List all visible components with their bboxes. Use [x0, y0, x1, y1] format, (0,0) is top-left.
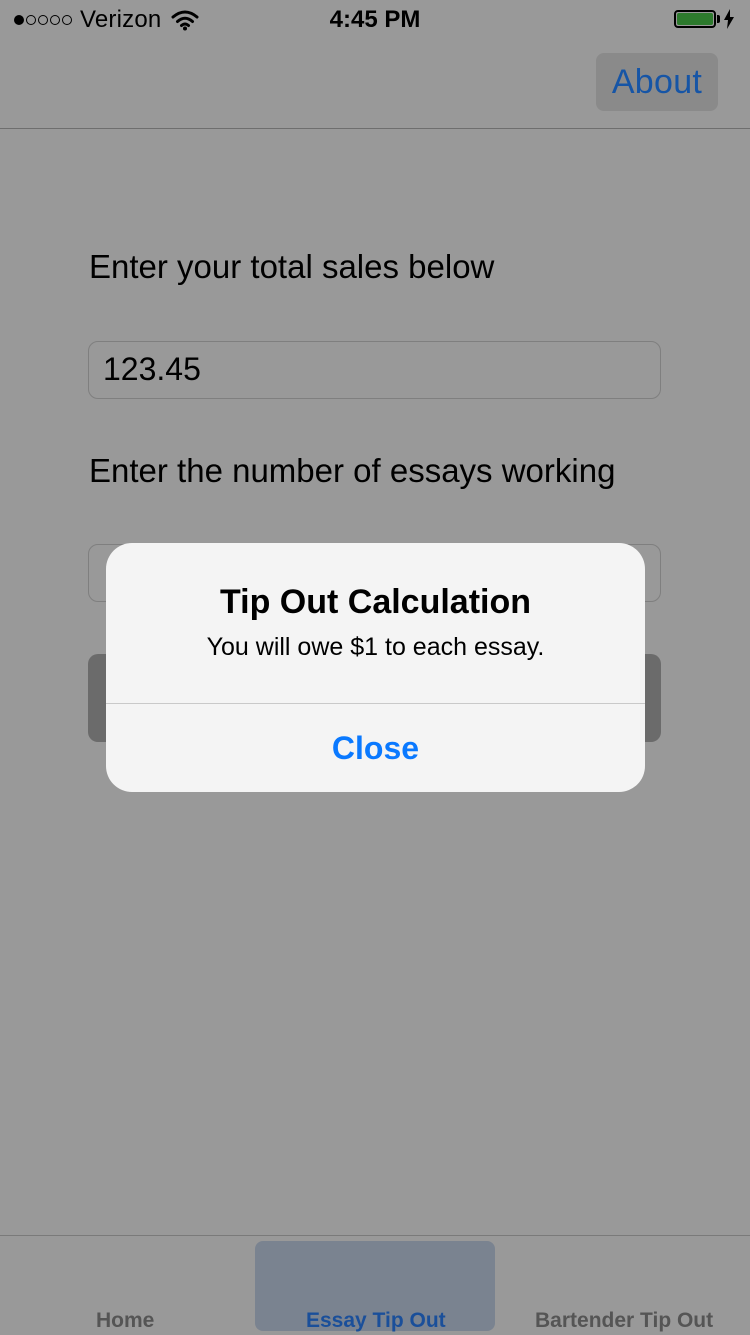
close-button[interactable]: Close: [106, 704, 645, 792]
battery-body: [674, 10, 716, 28]
navigation-bar: About: [0, 40, 750, 129]
screen: Verizon 4:45 PM About Enter your total s…: [0, 0, 750, 1335]
total-sales-value: 123.45: [103, 351, 201, 387]
sales-label: Enter your total sales below: [89, 248, 495, 285]
alert-title: Tip Out Calculation: [219, 583, 532, 621]
battery-icon: [674, 9, 734, 29]
alert-message: You will owe $1 to each essay.: [206, 633, 545, 661]
status-bar: Verizon 4:45 PM: [0, 0, 750, 40]
alert-dialog: Tip Out Calculation You will owe $1 to e…: [106, 543, 645, 792]
battery-tip: [717, 15, 720, 23]
tab-essay-tip-out[interactable]: Essay Tip Out: [306, 1309, 446, 1333]
total-sales-input[interactable]: 123.45: [88, 341, 661, 399]
tab-home[interactable]: Home: [96, 1309, 154, 1333]
tab-bartender-tip-out[interactable]: Bartender Tip Out: [535, 1309, 713, 1333]
essays-label: Enter the number of essays working: [89, 452, 616, 489]
battery-fill: [677, 13, 713, 25]
charging-bolt-icon: [724, 9, 734, 29]
about-button[interactable]: About: [596, 53, 718, 111]
status-time: 4:45 PM: [329, 6, 421, 33]
tab-bar: Home Essay Tip Out Bartender Tip Out: [0, 1235, 750, 1335]
